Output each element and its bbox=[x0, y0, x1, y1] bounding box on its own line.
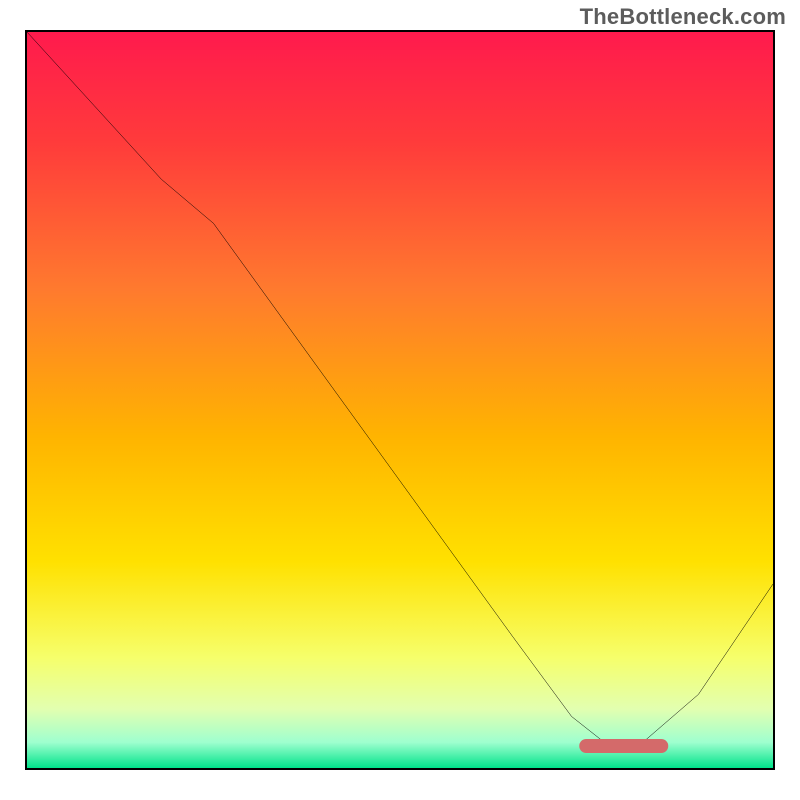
chart-plot-area bbox=[25, 30, 775, 770]
chart-gradient-background bbox=[27, 32, 773, 768]
watermark-text: TheBottleneck.com bbox=[580, 4, 786, 30]
chart-minimum-marker bbox=[579, 739, 669, 753]
